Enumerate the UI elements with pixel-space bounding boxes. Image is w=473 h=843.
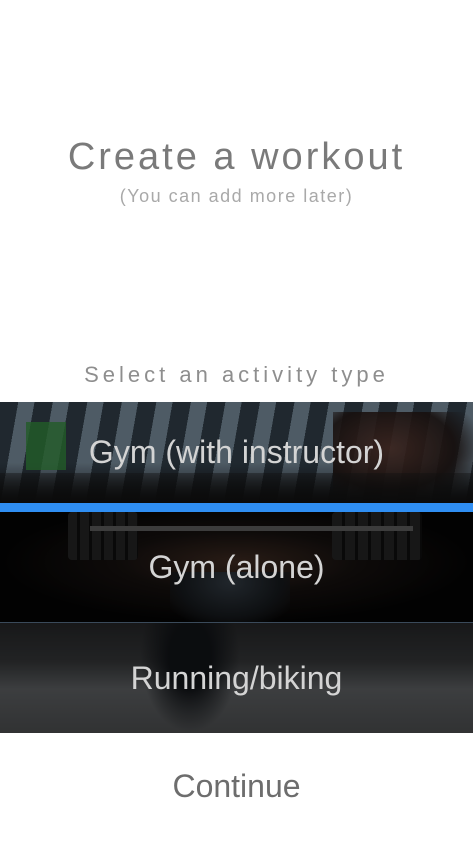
activity-option-label: Running/biking — [130, 659, 343, 696]
activity-type-heading: Select an activity type — [84, 362, 389, 387]
activity-option-label: Gym (with instructor) — [88, 434, 385, 470]
activity-option-label: Gym (alone) — [148, 549, 325, 585]
selection-indicator — [0, 503, 473, 512]
create-workout-screen: Create a workout (You can add more later… — [0, 0, 473, 843]
activity-option-running-biking[interactable]: Running/biking — [0, 623, 473, 733]
continue-button[interactable]: Continue — [0, 768, 473, 805]
page-title: Create a workout — [67, 136, 406, 178]
page-subtitle: (You can add more later) — [119, 186, 354, 206]
activity-type-list: Gym (with instructor) Gym (alone) Runnin… — [0, 402, 473, 733]
activity-option-gym-alone[interactable]: Gym (alone) — [0, 512, 473, 623]
activity-option-gym-with-instructor[interactable]: Gym (with instructor) — [0, 402, 473, 503]
